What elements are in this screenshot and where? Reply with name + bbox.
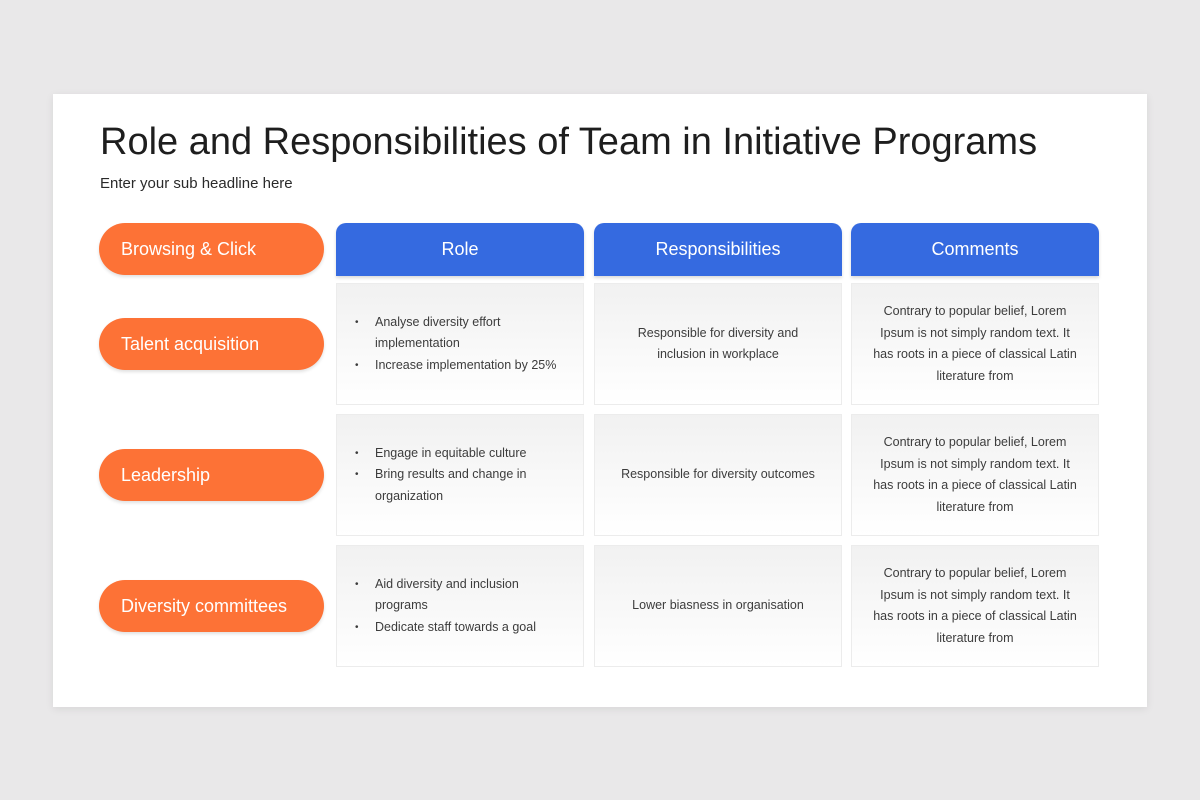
pill-diversity-committees: Diversity committees xyxy=(99,580,324,632)
list-item: • Dedicate staff towards a goal xyxy=(355,617,571,639)
table-cell-comment: Contrary to popular belief, Lorem Ipsum … xyxy=(851,283,1099,405)
comment-text: Contrary to popular belief, Lorem Ipsum … xyxy=(873,435,1077,514)
header-comments: Comments xyxy=(851,223,1099,276)
bullet-icon: • xyxy=(355,359,359,371)
list-item-text: Increase implementation by 25% xyxy=(375,357,557,372)
header-responsibilities: Responsibilities xyxy=(594,223,842,276)
list-item: • Analyse diversity effort implementation xyxy=(355,312,571,355)
responsibility-text: Responsible for diversity and inclusion … xyxy=(637,325,799,362)
list-item-text: Engage in equitable culture xyxy=(375,445,527,460)
comment-text: Contrary to popular belief, Lorem Ipsum … xyxy=(873,304,1077,383)
list-item-text: Bring results and change in organization xyxy=(375,467,527,503)
bullet-icon: • xyxy=(355,316,359,328)
list-item: • Aid diversity and inclusion programs xyxy=(355,574,571,617)
table-cell-responsibility: Responsible for diversity outcomes xyxy=(594,414,842,536)
slide: Role and Responsibilities of Team in Ini… xyxy=(53,94,1147,707)
responsibility-text: Responsible for diversity outcomes xyxy=(621,467,815,482)
table-cell-role: • Analyse diversity effort implementation… xyxy=(336,283,584,405)
table-cell-comment: Contrary to popular belief, Lorem Ipsum … xyxy=(851,414,1099,536)
table-cell-role: • Engage in equitable culture • Bring resu… xyxy=(336,414,584,536)
bullet-icon: • xyxy=(355,469,359,481)
responsibility-text: Lower biasness in organisation xyxy=(632,598,804,613)
pill-browsing-click: Browsing & Click xyxy=(99,223,324,275)
table-cell-responsibility: Responsible for diversity and inclusion … xyxy=(594,283,842,405)
list-item-text: Dedicate staff towards a goal xyxy=(375,619,536,634)
page-subtitle: Enter your sub headline here xyxy=(100,175,293,192)
table-cell-responsibility: Lower biasness in organisation xyxy=(594,545,842,667)
bullet-list: • Aid diversity and inclusion programs • D… xyxy=(355,574,571,639)
comment-text: Contrary to popular belief, Lorem Ipsum … xyxy=(873,566,1077,645)
page-title: Role and Responsibilities of Team in Ini… xyxy=(100,121,1038,163)
list-item: • Bring results and change in organizatio… xyxy=(355,464,571,507)
list-item-text: Aid diversity and inclusion programs xyxy=(375,576,519,613)
bullet-icon: • xyxy=(355,447,359,459)
list-item: • Increase implementation by 25% xyxy=(355,355,571,377)
bullet-list: • Engage in equitable culture • Bring resu… xyxy=(355,443,571,508)
table-cell-comment: Contrary to popular belief, Lorem Ipsum … xyxy=(851,545,1099,667)
header-role: Role xyxy=(336,223,584,276)
table-cell-role: • Aid diversity and inclusion programs • D… xyxy=(336,545,584,667)
list-item-text: Analyse diversity effort implementation xyxy=(375,314,501,351)
bullet-icon: • xyxy=(355,621,359,633)
list-item: • Engage in equitable culture xyxy=(355,443,571,465)
pill-leadership: Leadership xyxy=(99,449,324,501)
pill-talent-acquisition: Talent acquisition xyxy=(99,318,324,370)
bullet-list: • Analyse diversity effort implementation… xyxy=(355,312,571,377)
bullet-icon: • xyxy=(355,578,359,590)
